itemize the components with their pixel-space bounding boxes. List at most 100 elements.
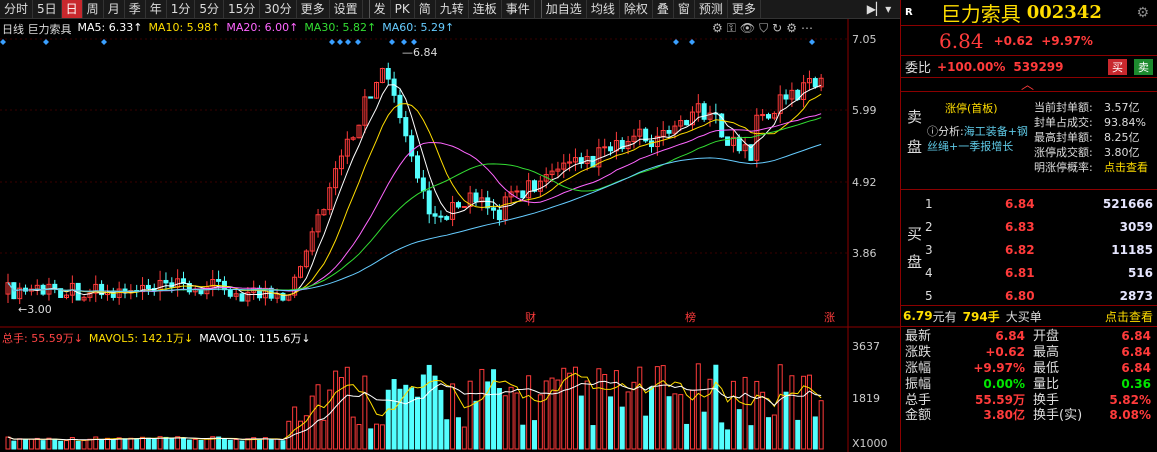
- toolbar-item[interactable]: 30分: [260, 0, 297, 18]
- volume-bar: [766, 417, 771, 450]
- signal-diamond[interactable]: [389, 39, 395, 45]
- eye-icon[interactable]: 👁: [740, 21, 755, 36]
- candle-body: [368, 96, 374, 99]
- event-label[interactable]: 涨: [824, 311, 835, 324]
- toolbar-item[interactable]: 窗: [674, 0, 695, 18]
- candle-body: [432, 213, 438, 217]
- toolbar-item[interactable]: 事件: [502, 0, 535, 18]
- toolbar-item[interactable]: 叠: [653, 0, 674, 18]
- volume-bar: [368, 428, 374, 450]
- seal-stats: 当前封单额: 3.57亿 封单占成交: 93.84% 最高封单额: 8.25亿 涨停成交额:…: [1034, 100, 1148, 175]
- bid-row[interactable]: 2 6.83 3059: [925, 215, 1155, 238]
- volume-label: MAVOL10: 115.6万↓: [199, 332, 311, 345]
- toolbar-item[interactable]: 周: [83, 0, 104, 18]
- toolbar-item[interactable]: 日: [61, 0, 83, 18]
- volume-bar: [233, 438, 239, 450]
- event-label[interactable]: 榜: [685, 310, 696, 324]
- toolbar-item[interactable]: 加自选: [540, 0, 587, 18]
- signal-diamond[interactable]: [355, 39, 361, 45]
- bid-row[interactable]: 1 6.84 521666: [925, 192, 1155, 215]
- quote-row: 涨幅 +9.97% 最低 6.84: [905, 360, 1151, 376]
- volume-bar: [514, 392, 520, 450]
- volume-bar: [350, 416, 356, 450]
- candle-body: [415, 155, 420, 179]
- signal-diamond[interactable]: [345, 39, 351, 45]
- quote-row: 金额 3.80亿 换手(实) 8.08%: [905, 408, 1151, 424]
- candle-body: [461, 206, 467, 209]
- volume-bar: [584, 380, 590, 450]
- stock-code: 002342: [1026, 2, 1102, 23]
- signal-diamond[interactable]: [43, 39, 49, 45]
- toolbar-item[interactable]: 更多: [297, 0, 330, 18]
- bid-row[interactable]: 5 6.80 2873: [925, 284, 1155, 307]
- toolbar-item[interactable]: 月: [104, 0, 125, 18]
- stock-header: R 巨力索具 002342 ⚙: [901, 0, 1157, 26]
- signal-diamond[interactable]: [101, 39, 107, 45]
- toolbar-item[interactable]: 九转: [436, 0, 469, 18]
- volume-bar: [713, 364, 719, 450]
- volume-bar: [46, 437, 52, 450]
- event-label[interactable]: 财: [525, 310, 536, 324]
- toolbar-item[interactable]: 5分: [195, 0, 225, 18]
- volume-bar: [701, 411, 707, 450]
- toolbar-item[interactable]: 季: [125, 0, 146, 18]
- toolbar-nav-arrows[interactable]: ▶▏▾: [858, 0, 900, 19]
- sell-button[interactable]: 卖: [1134, 58, 1153, 75]
- volume-bar: [473, 400, 479, 450]
- bid-row[interactable]: 4 6.81 516: [925, 261, 1155, 284]
- signal-diamond[interactable]: [329, 39, 335, 45]
- candle-body: [385, 67, 391, 80]
- kline-chart[interactable]: —6.84 ←3.00 财 榜 涨: [0, 19, 900, 452]
- toolbar-item[interactable]: 发: [368, 0, 391, 18]
- toolbar-item[interactable]: 1分: [167, 0, 196, 18]
- toolbar-item[interactable]: 连板: [469, 0, 502, 18]
- toolbar-item[interactable]: 预测: [695, 0, 728, 18]
- limit-tag: 涨停(首板): [945, 102, 998, 115]
- chevron-up-icon[interactable]: ︿: [1021, 74, 1034, 93]
- volume-bar: [625, 391, 631, 450]
- signal-diamond[interactable]: [337, 39, 343, 45]
- toolbar-item[interactable]: 年: [146, 0, 167, 18]
- toolbar-item[interactable]: 除权: [620, 0, 653, 18]
- toolbar-item[interactable]: 均线: [587, 0, 620, 18]
- volume-label: 总手: 55.59万↓: [2, 332, 83, 345]
- volume-bar: [502, 395, 508, 450]
- signal-diamond[interactable]: [689, 39, 695, 45]
- candle-body: [444, 216, 450, 220]
- refresh-icon[interactable]: ↻: [772, 21, 782, 36]
- candle-body: [602, 146, 608, 149]
- gear-icon[interactable]: ⚙: [712, 21, 723, 36]
- gear-icon[interactable]: ⚙: [1136, 5, 1149, 21]
- view-link[interactable]: 点击查看: [1105, 308, 1153, 325]
- settings-icon[interactable]: ⚙: [786, 21, 797, 36]
- volume-bar: [245, 438, 251, 450]
- toolbar-item[interactable]: 简: [415, 0, 436, 18]
- toolbar-item[interactable]: PK: [391, 0, 415, 18]
- volume-bar: [643, 415, 649, 450]
- toolbar-item[interactable]: 设置: [330, 0, 363, 18]
- signal-diamond[interactable]: [401, 39, 407, 45]
- toolbar-item[interactable]: 15分: [224, 0, 261, 18]
- toolbar-item[interactable]: 更多: [728, 0, 761, 18]
- lock-icon[interactable]: ⚿: [727, 21, 736, 36]
- low-marker: ←3.00: [18, 303, 52, 316]
- shield-icon[interactable]: ⛉: [759, 21, 768, 36]
- volume-bar: [292, 406, 298, 450]
- volume-bar: [391, 379, 397, 450]
- bid-row[interactable]: 3 6.82 11185: [925, 238, 1155, 261]
- candle-body: [766, 114, 771, 119]
- signal-diamond[interactable]: [809, 39, 815, 45]
- candle-body: [760, 114, 766, 117]
- dots-icon[interactable]: ⋯: [801, 21, 813, 36]
- ma-line: [7, 93, 822, 296]
- volume-bar: [415, 396, 420, 450]
- volume-bar: [426, 364, 432, 450]
- buy-button[interactable]: 买: [1108, 58, 1127, 75]
- signal-diamond[interactable]: [411, 39, 417, 45]
- signal-diamond[interactable]: [673, 39, 679, 45]
- toolbar-item[interactable]: 5日: [33, 0, 62, 18]
- toolbar-item[interactable]: 分时: [0, 0, 34, 18]
- volume-bar: [186, 439, 192, 450]
- stat-row: 最高封单额: 8.25亿: [1034, 131, 1140, 144]
- signal-diamond[interactable]: [0, 39, 6, 45]
